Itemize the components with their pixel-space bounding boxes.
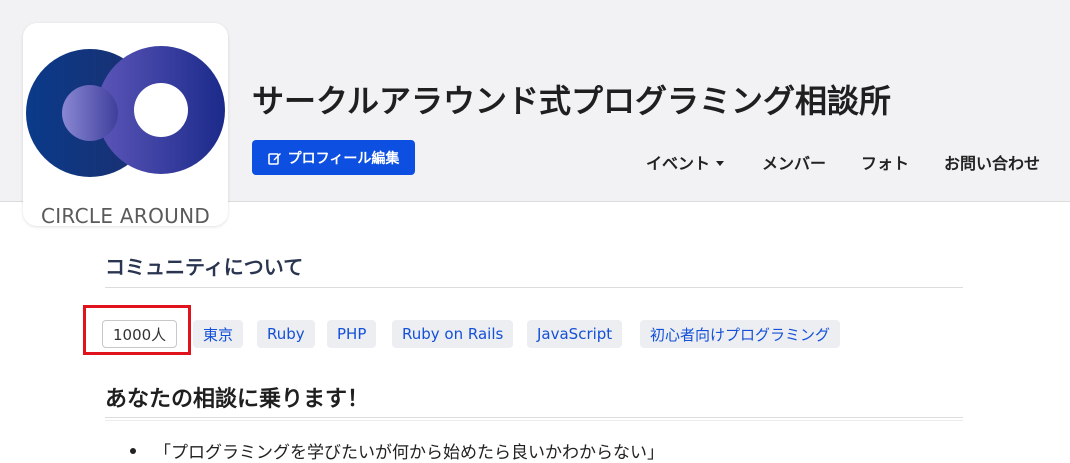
nav-contact[interactable]: お問い合わせ [944, 150, 1040, 174]
nav-events-label: イベント [646, 154, 711, 173]
divider [105, 420, 963, 421]
nav-members[interactable]: メンバー [762, 150, 826, 174]
highlight-annotation [83, 305, 191, 355]
divider [105, 417, 963, 418]
nav-photos[interactable]: フォト [861, 150, 909, 174]
tag-ruby-on-rails[interactable]: Ruby on Rails [392, 320, 514, 348]
list-item: 「プログラミングを学びたいが何から始めたら良いかわからない」 [130, 438, 664, 463]
divider [105, 287, 963, 288]
list-item-text: 「プログラミングを学びたいが何から始めたら良いかわからない」 [154, 443, 664, 463]
nav-photos-label: フォト [861, 154, 910, 173]
nav-members-label: メンバー [762, 154, 827, 173]
tag-beginner-programming[interactable]: 初心者向けプログラミング [640, 320, 841, 348]
community-logo[interactable]: CIRCLE AROUND [23, 23, 228, 226]
bullet-icon [130, 447, 136, 454]
logo-wordmark: CIRCLE AROUND [40, 204, 211, 226]
tag-javascript[interactable]: JavaScript [527, 320, 623, 348]
circle-around-logo-icon [26, 46, 225, 177]
main-nav: イベント メンバー フォト お問い合わせ [0, 150, 1070, 178]
about-heading: コミュニティについて [105, 255, 304, 279]
tag-ruby[interactable]: Ruby [257, 320, 315, 348]
tag-location[interactable]: 東京 [193, 320, 244, 348]
content-heading: あなたの相談に乗ります！ [105, 387, 370, 412]
chevron-down-icon [716, 160, 725, 166]
nav-events[interactable]: イベント [646, 150, 725, 174]
tag-php[interactable]: PHP [327, 320, 377, 348]
nav-contact-label: お問い合わせ [944, 154, 1041, 173]
bullet-list: 「プログラミングを学びたいが何から始めたら良いかわからない」 [130, 438, 664, 463]
page-title: サークルアラウンド式プログラミング相談所 [252, 82, 892, 120]
